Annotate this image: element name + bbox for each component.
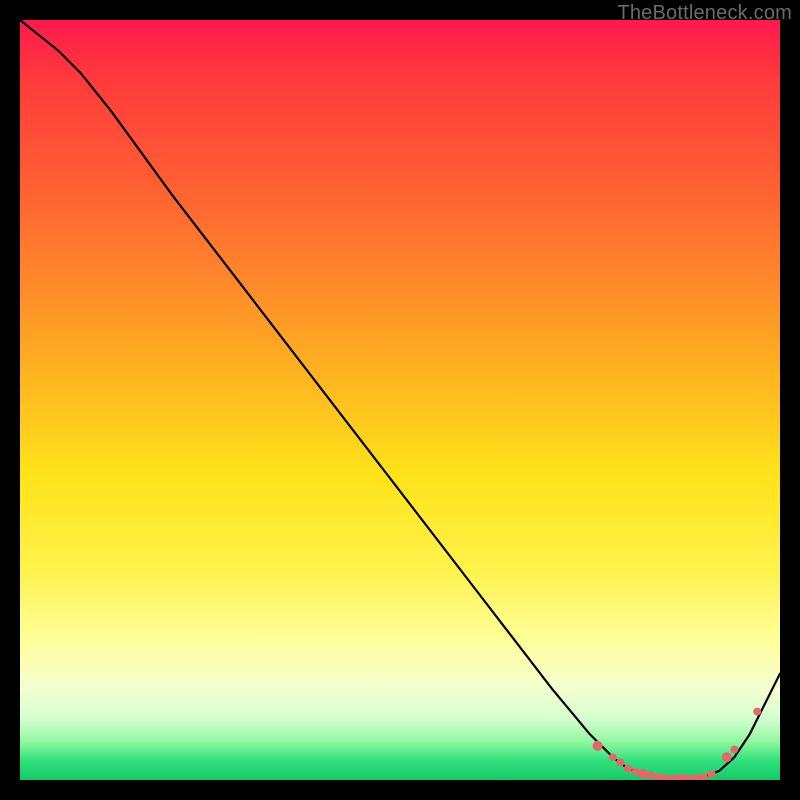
highlight-dot <box>654 773 662 780</box>
highlight-dot <box>700 773 708 780</box>
highlight-dot <box>670 775 678 781</box>
highlight-dot <box>624 765 632 773</box>
highlight-dot <box>647 771 655 779</box>
highlight-dot <box>685 775 693 781</box>
highlight-dot <box>609 753 617 761</box>
highlight-dot <box>722 752 732 762</box>
highlight-dot <box>753 708 761 716</box>
chart-stage: TheBottleneck.com <box>0 0 800 800</box>
highlight-dot <box>708 770 716 778</box>
highlight-dot <box>662 774 670 780</box>
bottleneck-curve <box>20 20 780 779</box>
highlight-dot <box>638 769 648 779</box>
highlight-dot <box>692 774 700 780</box>
marker-layer <box>593 708 762 780</box>
highlight-dot <box>593 741 603 751</box>
highlight-dot <box>616 759 624 767</box>
curve-svg <box>20 20 780 780</box>
chart-plot-area <box>20 20 780 780</box>
highlight-dot <box>676 774 686 781</box>
highlight-dot <box>632 768 640 776</box>
highlight-dot <box>730 746 738 754</box>
curve-layer <box>20 20 780 779</box>
